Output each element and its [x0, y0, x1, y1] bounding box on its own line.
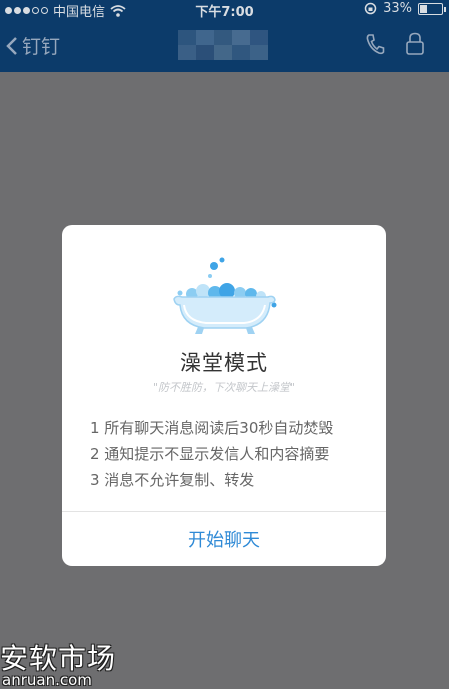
watermark: 安软市场 anruan.com	[0, 637, 120, 689]
rule-item: 3 消息不允许复制、转发	[90, 471, 255, 489]
bathtub-icon	[173, 257, 277, 334]
rotation-lock-icon	[364, 2, 377, 15]
battery-icon	[418, 2, 446, 15]
phone-icon[interactable]	[365, 33, 385, 55]
dialog-title: 澡堂模式	[180, 351, 268, 375]
battery-percent: 33%	[383, 1, 412, 16]
rules-list: 1 所有聊天消息阅读后30秒自动焚毁 2 通知提示不显示发信人和内容摘要 3 消…	[90, 415, 380, 493]
back-button[interactable]: 钉钉	[6, 32, 60, 59]
rule-item: 1 所有聊天消息阅读后30秒自动焚毁	[90, 419, 334, 437]
rule-item: 2 通知提示不显示发信人和内容摘要	[90, 445, 330, 463]
chevron-left-icon	[6, 36, 17, 55]
bath-mode-dialog: 澡堂模式 "防不胜防，下次聊天上澡堂" 1 所有聊天消息阅读后30秒自动焚毁 2…	[62, 225, 386, 566]
dialog-subtitle: "防不胜防，下次聊天上澡堂"	[152, 381, 296, 394]
watermark-domain: anruan.com	[2, 671, 92, 689]
contact-name-blurred	[178, 30, 268, 60]
top-bar: 中国电信 下午7:00 33% 钉钉	[0, 0, 449, 72]
navigation-bar: 钉钉	[0, 18, 449, 72]
start-chat-button[interactable]: 开始聊天	[62, 512, 386, 566]
back-label: 钉钉	[22, 36, 61, 58]
status-bar: 中国电信 下午7:00 33%	[0, 0, 449, 20]
lock-icon[interactable]	[405, 32, 425, 56]
